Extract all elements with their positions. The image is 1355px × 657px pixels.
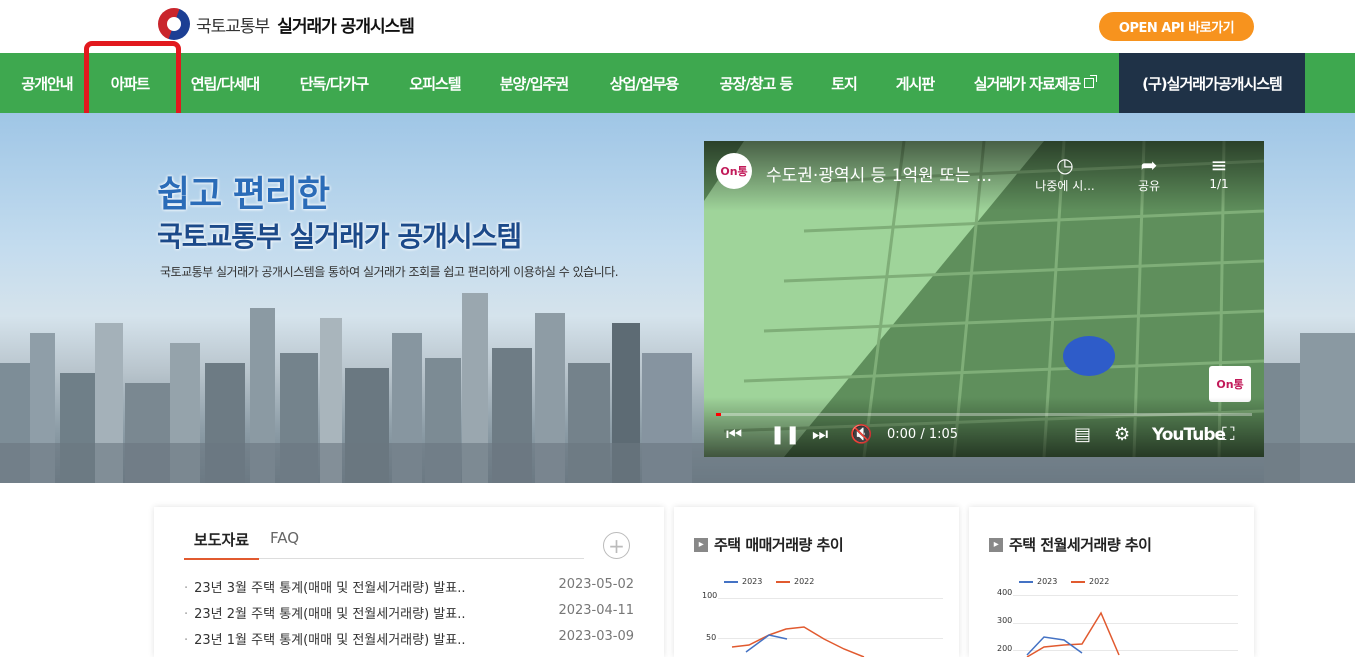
- video-time: 0:00 / 1:05: [887, 427, 959, 442]
- news-item-title: 23년 3월 주택 통계(매매 및 전월세거래량) 발표..: [194, 581, 466, 596]
- site-logo[interactable]: 국토교통부 실거래가 공개시스템: [158, 8, 415, 40]
- mute-icon[interactable]: 🔇: [850, 424, 872, 446]
- hero-subheadline: 국토교통부 실거래가 공개시스템: [157, 220, 522, 253]
- hero-headline: 쉽고 편리한: [157, 174, 330, 215]
- more-plus-button[interactable]: +: [603, 532, 630, 559]
- sales-volume-panel: ▸ 주택 매매거래량 추이 2023 2022 100 50: [674, 507, 959, 657]
- subtitles-icon[interactable]: ▤: [1074, 424, 1091, 446]
- series-2022-line: [731, 626, 865, 657]
- playlist-count: 1/1: [1209, 177, 1229, 191]
- nav-item-data-provision[interactable]: 실거래가 자료제공: [962, 53, 1106, 113]
- bullet-icon: ·: [184, 633, 189, 648]
- watch-later-button[interactable]: ◷ 나중에 시...: [1030, 153, 1100, 194]
- share-button[interactable]: ➦ 공유: [1114, 153, 1184, 194]
- news-item[interactable]: · 23년 2월 주택 통계(매매 및 전월세거래량) 발표.. 2023-04-…: [184, 603, 634, 625]
- external-link-icon: [1084, 75, 1098, 88]
- playlist-icon: ≡: [1210, 153, 1228, 177]
- video-title[interactable]: 수도권·광역시 등 1억원 또는 ...: [766, 161, 1026, 186]
- hero-description: 국토교통부 실거래가 공개시스템을 통하여 실거래가 조회를 쉽고 편리하게 이…: [160, 265, 619, 279]
- news-item[interactable]: · 23년 1월 주택 통계(매매 및 전월세거래량) 발표.. 2023-03-…: [184, 629, 634, 651]
- nav-item-factory[interactable]: 공장/창고 등: [707, 53, 805, 113]
- fullscreen-icon[interactable]: ⛶: [1222, 424, 1235, 446]
- playlist-button[interactable]: ≡ 1/1: [1184, 153, 1254, 191]
- header: 국토교통부 실거래가 공개시스템 OPEN API 바로가기: [0, 0, 1355, 53]
- nav-item-guide[interactable]: 공개안내: [10, 53, 84, 113]
- youtube-video-player[interactable]: On통 수도권·광역시 등 1억원 또는 ... ◷ 나중에 시... ➦ 공유…: [704, 141, 1264, 457]
- open-api-button[interactable]: OPEN API 바로가기: [1099, 12, 1254, 41]
- taegeuk-logo-icon: [158, 8, 190, 40]
- nav-item-commercial[interactable]: 상업/업무용: [598, 53, 690, 113]
- nav-item-officetel[interactable]: 오피스텔: [398, 53, 472, 113]
- system-title: 실거래가 공개시스템: [277, 16, 415, 37]
- news-item-title: 23년 1월 주택 통계(매매 및 전월세거래량) 발표..: [194, 633, 466, 648]
- settings-gear-icon[interactable]: ⚙: [1114, 424, 1130, 446]
- share-label: 공유: [1137, 179, 1161, 193]
- bullet-icon: ·: [184, 607, 189, 622]
- main-nav: 공개안내 아파트 연립/다세대 단독/다가구 오피스텔 분양/입주권 상업/업무…: [0, 53, 1355, 113]
- nav-item-data-provision-label: 실거래가 자료제공: [973, 74, 1082, 93]
- rent-volume-panel: ▸ 주택 전월세거래량 추이 2023 2022 400 300 200: [969, 507, 1254, 657]
- watch-later-label: 나중에 시...: [1035, 179, 1095, 193]
- nav-item-rowhouse[interactable]: 연립/다세대: [180, 53, 270, 113]
- news-item-date: 2023-03-09: [558, 629, 634, 644]
- news-item-date: 2023-05-02: [558, 577, 634, 592]
- previous-icon[interactable]: ⏮: [726, 424, 742, 446]
- old-system-button[interactable]: (구)실거래가공개시스템: [1119, 53, 1305, 113]
- nav-item-presale[interactable]: 분양/입주권: [488, 53, 580, 113]
- video-progress-fill: [716, 413, 722, 416]
- bullet-icon: ·: [184, 581, 189, 596]
- nav-item-land[interactable]: 토지: [822, 53, 866, 113]
- rent-volume-lines: [1026, 611, 1120, 657]
- tab-press-release[interactable]: 보도자료: [184, 529, 259, 560]
- nav-item-board[interactable]: 게시판: [884, 53, 946, 113]
- pause-icon[interactable]: ❚❚: [770, 424, 800, 446]
- sales-volume-lines: [731, 626, 865, 657]
- news-item-title: 23년 2월 주택 통계(매매 및 전월세거래량) 발표..: [194, 607, 466, 622]
- nav-item-detached[interactable]: 단독/다가구: [288, 53, 380, 113]
- video-progress-bar[interactable]: [716, 413, 1252, 416]
- clock-icon: ◷: [1056, 153, 1074, 177]
- news-item-date: 2023-04-11: [558, 603, 634, 618]
- news-tabs: 보도자료 FAQ: [184, 529, 584, 560]
- ministry-name: 국토교통부: [196, 16, 270, 37]
- series-2022-line: [1026, 611, 1120, 657]
- news-panel: 보도자료 FAQ + · 23년 3월 주택 통계(매매 및 전월세거래량) 발표…: [154, 507, 664, 657]
- youtube-logo[interactable]: YouTube: [1152, 425, 1226, 445]
- tab-faq[interactable]: FAQ: [270, 529, 299, 547]
- next-icon[interactable]: ⏭: [812, 424, 828, 446]
- share-arrow-icon: ➦: [1140, 153, 1158, 177]
- channel-avatar[interactable]: On통: [716, 153, 752, 189]
- news-item[interactable]: · 23년 3월 주택 통계(매매 및 전월세거래량) 발표.. 2023-05-…: [184, 577, 634, 599]
